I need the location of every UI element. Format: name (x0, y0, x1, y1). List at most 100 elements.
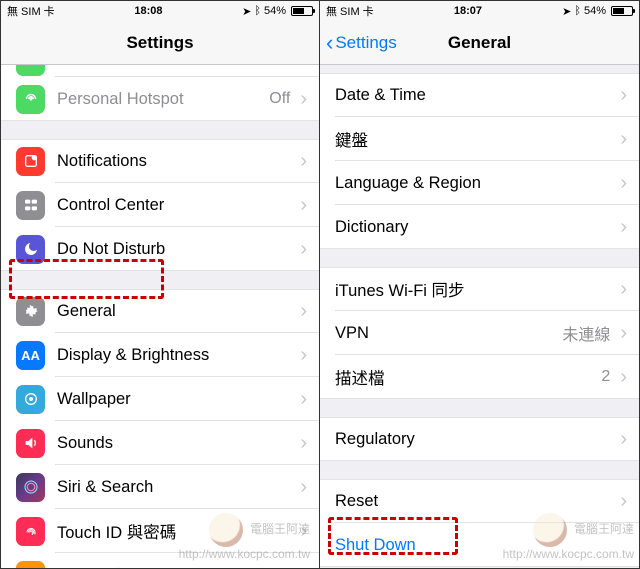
nav-bar: ‹ Settings General (320, 21, 639, 65)
row-value: 未連線 (562, 321, 610, 345)
row-control-center[interactable]: Control Center › (1, 183, 319, 227)
chevron-right-icon: › (300, 476, 307, 499)
hotspot-icon (16, 85, 45, 114)
row-label: Regulatory (335, 430, 616, 449)
control-center-icon (16, 191, 45, 220)
row-value: Off (269, 90, 290, 108)
carrier-label: 無 SIM 卡 (326, 3, 374, 19)
chevron-right-icon: › (620, 490, 627, 513)
notifications-icon (16, 147, 45, 176)
row-label: Wallpaper (57, 390, 296, 409)
chevron-right-icon: › (620, 366, 627, 389)
row-value: 2 (601, 368, 610, 386)
battery-pct: 54% (584, 5, 606, 17)
row-label: 描述檔 (335, 365, 601, 389)
row-label: VPN (335, 324, 562, 343)
row-label: Notifications (57, 152, 296, 171)
chevron-right-icon: › (300, 388, 307, 411)
nav-bar: Settings (1, 21, 319, 65)
row-reset[interactable]: Reset › (320, 479, 639, 523)
chevron-right-icon: › (300, 88, 307, 111)
status-time: 18:07 (454, 5, 482, 17)
phone-left: 無 SIM 卡 18:08 ➤ ᛒ 54% Settings (1, 1, 320, 568)
back-button[interactable]: ‹ Settings (326, 21, 397, 64)
row-label: Control Center (57, 196, 296, 215)
chevron-right-icon: › (620, 84, 627, 107)
row-label: General (57, 302, 296, 321)
row-sounds[interactable]: Sounds › (1, 421, 319, 465)
row-touch-id[interactable]: Touch ID 與密碼 › (1, 509, 319, 553)
row-dictionary[interactable]: Dictionary › (320, 205, 639, 249)
chevron-right-icon: › (300, 432, 307, 455)
phone-right: 無 SIM 卡 18:07 ➤ ᛒ 54% ‹ Settings General… (320, 1, 639, 568)
row-wallpaper[interactable]: Wallpaper › (1, 377, 319, 421)
general-list[interactable]: Date & Time › 鍵盤 › Language & Region › D… (320, 65, 639, 568)
status-time: 18:08 (134, 5, 162, 17)
chevron-right-icon: › (620, 278, 627, 301)
chevron-right-icon: › (300, 520, 307, 543)
carrier-label: 無 SIM 卡 (7, 3, 55, 19)
gear-icon (16, 297, 45, 326)
row-personal-hotspot[interactable]: Personal Hotspot Off › (1, 77, 319, 121)
row-label: Sounds (57, 434, 296, 453)
chevron-right-icon: › (620, 428, 627, 451)
sos-icon: SOS (16, 561, 45, 569)
moon-icon (16, 235, 45, 264)
chevron-right-icon: › (300, 300, 307, 323)
row-do-not-disturb[interactable]: Do Not Disturb › (1, 227, 319, 271)
bluetooth-icon: ᛒ (254, 5, 261, 17)
row-vpn[interactable]: VPN 未連線 › (320, 311, 639, 355)
bluetooth-icon: ᛒ (574, 5, 581, 17)
sounds-icon (16, 429, 45, 458)
row-label: Shut Down (335, 536, 639, 555)
settings-list[interactable]: Personal Hotspot Off › Notifications › (1, 65, 319, 568)
chevron-right-icon: › (620, 216, 627, 239)
row-regulatory[interactable]: Regulatory › (320, 417, 639, 461)
siri-icon (16, 473, 45, 502)
status-bar: 無 SIM 卡 18:07 ➤ ᛒ 54% (320, 1, 639, 21)
chevron-right-icon: › (300, 564, 307, 569)
row-label: Display & Brightness (57, 346, 296, 365)
row-profile[interactable]: 描述檔 2 › (320, 355, 639, 399)
row-label: Dictionary (335, 218, 616, 237)
chevron-right-icon: › (300, 238, 307, 261)
chevron-right-icon: › (620, 172, 627, 195)
row-label: Date & Time (335, 86, 616, 105)
row-label: Reset (335, 492, 616, 511)
row-display-brightness[interactable]: AA Display & Brightness › (1, 333, 319, 377)
row-date-time[interactable]: Date & Time › (320, 73, 639, 117)
row-itunes-wifi[interactable]: iTunes Wi-Fi 同步 › (320, 267, 639, 311)
row-notifications[interactable]: Notifications › (1, 139, 319, 183)
status-bar: 無 SIM 卡 18:08 ➤ ᛒ 54% (1, 1, 319, 21)
row-language-region[interactable]: Language & Region › (320, 161, 639, 205)
row-unknown-green[interactable] (1, 65, 319, 77)
row-shut-down[interactable]: Shut Down (320, 523, 639, 567)
chevron-right-icon: › (300, 150, 307, 173)
page-title: Settings (126, 33, 193, 53)
row-label: Personal Hotspot (57, 90, 269, 109)
row-siri-search[interactable]: Siri & Search › (1, 465, 319, 509)
row-sos[interactable]: SOS SOS 緊急服務 › (1, 553, 319, 568)
chain-icon (16, 65, 45, 76)
row-keyboard[interactable]: 鍵盤 › (320, 117, 639, 161)
row-label: 鍵盤 (335, 127, 616, 151)
battery-icon (611, 6, 633, 16)
location-icon: ➤ (562, 5, 571, 18)
row-label: SOS 緊急服務 (57, 563, 296, 568)
wallpaper-icon (16, 385, 45, 414)
chevron-right-icon: › (620, 128, 627, 151)
back-label: Settings (335, 33, 396, 53)
page-title: General (448, 33, 511, 53)
chevron-right-icon: › (300, 194, 307, 217)
row-general[interactable]: General › (1, 289, 319, 333)
battery-icon (291, 6, 313, 16)
location-icon: ➤ (242, 5, 251, 18)
battery-pct: 54% (264, 5, 286, 17)
chevron-left-icon: ‹ (326, 32, 333, 54)
row-label: Language & Region (335, 174, 616, 193)
chevron-right-icon: › (620, 322, 627, 345)
row-label: iTunes Wi-Fi 同步 (335, 277, 616, 301)
row-label: Siri & Search (57, 478, 296, 497)
fingerprint-icon (16, 517, 45, 546)
row-label: Do Not Disturb (57, 240, 296, 259)
